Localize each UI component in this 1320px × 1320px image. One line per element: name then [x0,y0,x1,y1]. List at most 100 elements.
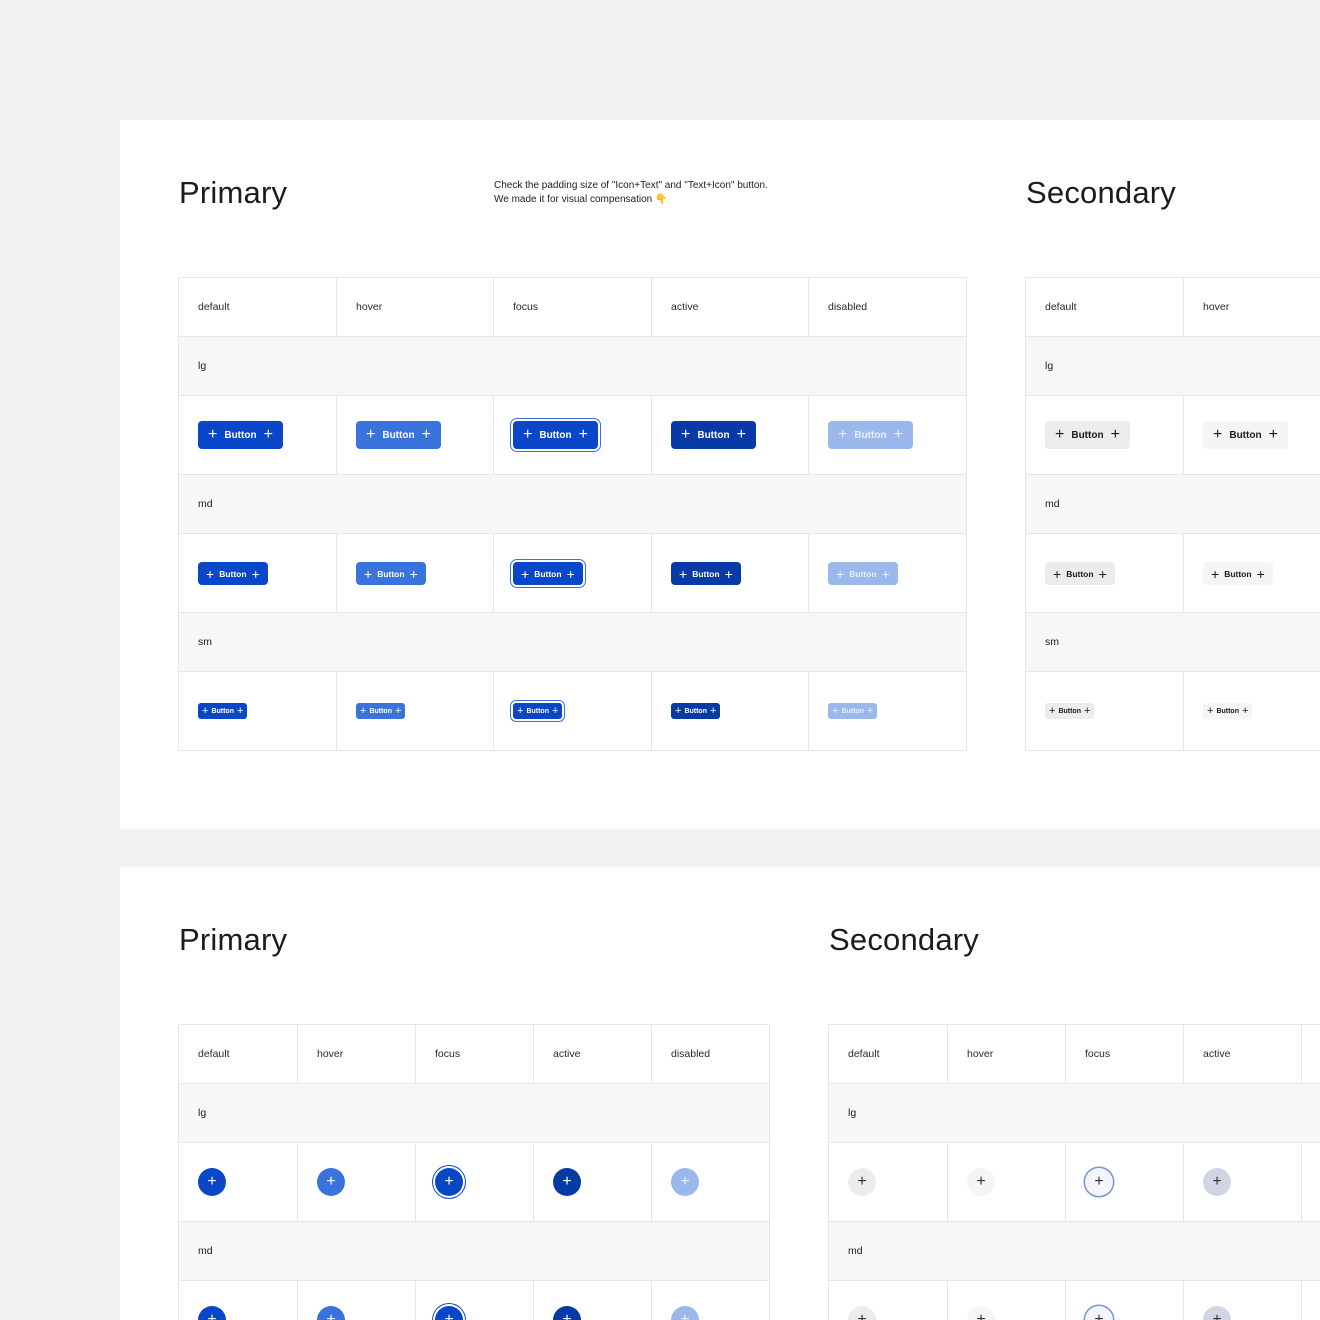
primary-icon-button-md-active[interactable]: + [553,1306,581,1320]
header-hover: hover [298,1025,416,1084]
plus-icon: + [866,704,874,717]
plus-icon: + [836,565,845,582]
primary-button-md-default[interactable]: + Button + [198,562,268,585]
plus-icon: + [1098,565,1107,582]
plus-icon: + [1212,1173,1222,1190]
plus-icon: + [326,1311,336,1320]
primary-icon-button-md-hover[interactable]: + [317,1306,345,1320]
secondary-button-lg-hover[interactable]: + Button + [1203,421,1288,449]
header-cropped [1302,1025,1320,1084]
plus-icon: + [1094,1173,1104,1190]
header-hover: hover [1184,278,1320,337]
header-disabled: disabled [652,1025,770,1084]
secondary-icon-button-md-default[interactable]: + [848,1306,876,1320]
secondary-icon-button-md-hover[interactable]: + [967,1306,995,1320]
plus-icon: + [857,1311,867,1320]
plus-icon: + [1053,565,1062,582]
plus-icon: + [881,565,890,582]
button-row-lg: + Button + + Button + [1026,396,1320,475]
secondary-section-title: Secondary [1026,175,1177,210]
plus-icon: + [679,565,688,582]
secondary-icon-button-md-focus[interactable]: + [1085,1306,1113,1320]
primary-icon-button-lg-active[interactable]: + [553,1168,581,1196]
primary-button-lg-disabled: + Button + [828,421,913,449]
plus-icon: + [562,1173,572,1190]
plus-icon: + [578,426,588,443]
button-row-sm: + Button + + Button + [1026,672,1320,751]
state-header-row: default hover focus active disabled [179,278,967,337]
header-active: active [1184,1025,1302,1084]
secondary-icon-button-md-active[interactable]: + [1203,1306,1231,1320]
primary-section-title: Primary [179,922,288,957]
primary-button-md-active[interactable]: + Button + [671,562,741,585]
primary-icon-button-lg-default[interactable]: + [198,1168,226,1196]
primary-button-lg-default[interactable]: + Button + [198,421,283,449]
plus-icon: + [326,1173,336,1190]
primary-button-md-focus[interactable]: + Button + [513,562,583,585]
header-hover: hover [948,1025,1066,1084]
secondary-icon-button-lg-active[interactable]: + [1203,1168,1231,1196]
primary-button-md-disabled: + Button + [828,562,898,585]
plus-icon: + [551,704,559,717]
plus-icon: + [1256,565,1265,582]
primary-button-lg-hover[interactable]: + Button + [356,421,441,449]
button-row-lg: + Button + + Button + + Button + + Button + + But… [179,396,967,475]
primary-button-sm-default[interactable]: + Button + [198,703,248,719]
plus-icon: + [409,565,418,582]
primary-button-sm-active[interactable]: + Button + [671,703,721,719]
icon-button-row-lg: + + + + [829,1143,1320,1222]
primary-icon-button-md-disabled: + [671,1306,699,1320]
plus-icon: + [444,1173,454,1190]
secondary-button-sm-hover[interactable]: + Button + [1203,703,1253,719]
plus-icon: + [838,426,848,443]
secondary-button-lg-default[interactable]: + Button + [1045,421,1130,449]
primary-icon-button-lg-focus[interactable]: + [435,1168,463,1196]
plus-icon: + [1207,704,1214,717]
plus-icon: + [421,426,431,443]
plus-icon: + [566,565,575,582]
secondary-button-sm-default[interactable]: + Button + [1045,703,1095,719]
secondary-icon-button-lg-default[interactable]: + [848,1168,876,1196]
primary-button-lg-active[interactable]: + Button + [671,421,756,449]
plus-icon: + [364,565,373,582]
icon-button-row-lg: + + + + + [179,1143,770,1222]
plus-icon: + [1110,426,1120,443]
primary-button-sm-focus[interactable]: + Button + [513,703,563,719]
primary-icon-button-lg-disabled: + [671,1168,699,1196]
primary-button-lg-focus[interactable]: + Button + [513,421,598,449]
plus-icon: + [521,565,530,582]
plus-icon: + [857,1173,867,1190]
plus-icon: + [202,704,209,717]
secondary-icon-button-lg-focus[interactable]: + [1085,1168,1113,1196]
button-row-sm: + Button + + Button + + Button + + Button + + But… [179,672,967,751]
header-focus: focus [1066,1025,1184,1084]
button-row-md: + Button + + Button + [1026,534,1320,613]
plus-icon: + [444,1311,454,1320]
primary-icon-button-md-focus[interactable]: + [435,1306,463,1320]
state-header-row: default hover focus active disabled [179,1025,770,1084]
secondary-button-md-hover[interactable]: + Button + [1203,562,1273,585]
note-line-1: Check the padding size of "Icon+Text" an… [494,180,768,191]
secondary-button-md-default[interactable]: + Button + [1045,562,1115,585]
plus-icon: + [207,1311,217,1320]
primary-button-sm-hover[interactable]: + Button + [356,703,406,719]
plus-icon: + [724,565,733,582]
header-active: active [652,278,809,337]
header-default: default [829,1025,948,1084]
plus-icon: + [976,1311,986,1320]
plus-icon: + [251,565,260,582]
cropped-cell [1302,1143,1320,1222]
primary-icon-button-lg-hover[interactable]: + [317,1168,345,1196]
plus-icon: + [681,426,691,443]
plus-icon: + [1212,1311,1222,1320]
plus-icon: + [1211,565,1220,582]
primary-button-md-hover[interactable]: + Button + [356,562,426,585]
plus-icon: + [1241,704,1249,717]
plus-icon: + [207,1173,217,1190]
primary-icon-button-md-default[interactable]: + [198,1306,226,1320]
icon-button-row-md: + + + + + [179,1281,770,1320]
secondary-icon-button-lg-hover[interactable]: + [967,1168,995,1196]
state-header-row: default hover [1026,278,1320,337]
button-row-md: + Button + + Button + + Button + + Button + + But… [179,534,967,613]
size-label-md: md [179,475,967,534]
